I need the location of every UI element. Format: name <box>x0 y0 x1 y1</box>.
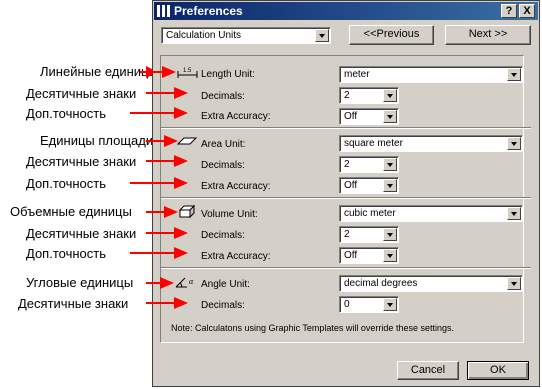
arrow-length-unit-head <box>162 66 176 78</box>
arrow-length-accuracy-head <box>174 107 188 119</box>
arrow-angle-decimals-head <box>174 297 188 309</box>
annotation-arrows <box>130 66 188 309</box>
arrow-length-decimals-head <box>174 87 188 99</box>
arrow-area-accuracy-head <box>174 177 188 189</box>
arrow-area-unit-head <box>164 135 178 147</box>
arrow-volume-unit-head <box>164 206 178 218</box>
arrow-volume-decimals-head <box>174 227 188 239</box>
arrow-angle-unit-head <box>160 277 174 289</box>
arrow-volume-accuracy-head <box>174 247 188 259</box>
arrow-area-decimals-head <box>174 155 188 167</box>
